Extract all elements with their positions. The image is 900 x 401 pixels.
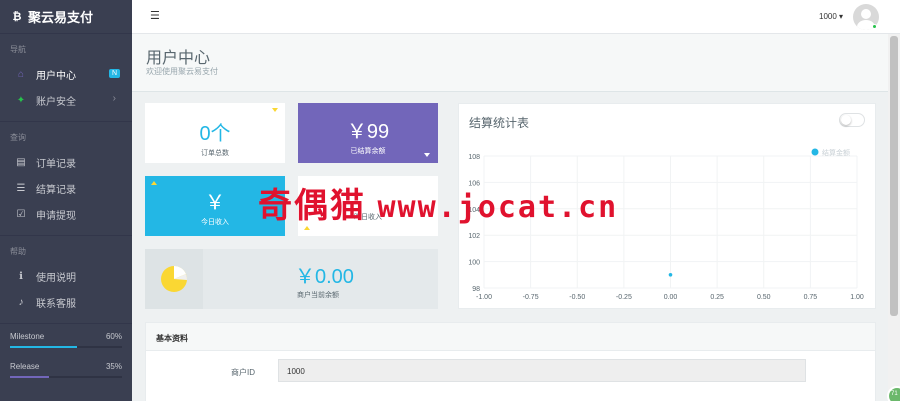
brand[interactable]: ₿ 聚云易支付 [0, 0, 132, 34]
leaf-icon: ✦ [16, 94, 26, 106]
table-icon: ☰ [16, 182, 26, 194]
corner-triangle-icon [272, 108, 278, 112]
y-tick-label: 108 [468, 154, 480, 161]
sidebar-item-withdraw[interactable]: ☑ 申请提现 [0, 201, 132, 227]
watermark: 奇偶猫 www.jocat.cn [258, 178, 618, 227]
merchant-balance-label: 商户当前余额 [297, 292, 339, 299]
corner-triangle-icon [151, 181, 157, 185]
brand-name: 聚云易支付 [28, 10, 94, 25]
page-title: 用户中心 [146, 50, 211, 67]
user-dropdown[interactable]: 1000 ▾ [819, 12, 843, 21]
floating-widget-button[interactable]: 71 [887, 386, 900, 401]
corner-triangle-icon [424, 153, 430, 157]
sidebar-item-settlement-records[interactable]: ☰ 结算记录 [0, 175, 132, 201]
online-status-dot [872, 24, 877, 29]
sidebar-item-label: 订单记录 [36, 158, 76, 170]
bell-icon: ♪ [18, 296, 24, 308]
data-point [668, 273, 673, 277]
progress-label: Milestone [10, 332, 45, 341]
settled-balance-label: 已结算余额 [350, 148, 386, 155]
top-header: ☰ 1000 ▾ [132, 0, 900, 34]
y-tick-label: 100 [468, 260, 480, 267]
page-subtitle: 欢迎使用聚云易支付 [146, 67, 218, 76]
x-tick-label: -0.25 [616, 294, 632, 301]
sidebar-item-label: 使用说明 [36, 272, 76, 284]
check-square-icon: ☑ [16, 208, 26, 220]
sidebar-item-label: 联系客服 [36, 298, 76, 310]
x-tick-label: 1.00 [850, 294, 864, 301]
scrollbar-thumb[interactable] [890, 36, 898, 316]
progress-fill [10, 346, 78, 348]
x-tick-label: -0.75 [523, 294, 539, 301]
legend-marker [811, 148, 819, 156]
sidebar-item-order-records[interactable]: ▤ 订单记录 [0, 149, 132, 175]
menu-toggle-icon[interactable]: ☰ [150, 10, 162, 22]
chevron-right-icon: › [112, 93, 116, 104]
basic-info-panel: 基本资料 商户ID 1000 [145, 322, 876, 401]
order-count-value: 0个 [199, 123, 231, 145]
settled-balance-value: ￥99 [346, 121, 390, 143]
sidebar-item-customer-service[interactable]: ♪ 联系客服 [0, 289, 132, 315]
sidebar-item-label: 结算记录 [36, 184, 76, 196]
nav-section-title: 导航 [10, 45, 26, 54]
progress-milestone: Milestone 60% [0, 332, 132, 348]
sidebar-item-instructions[interactable]: ℹ 使用说明 [0, 263, 132, 289]
info-icon: ℹ [19, 270, 23, 282]
order-count-label: 订单总数 [201, 150, 229, 157]
progress-label: Release [10, 362, 40, 371]
watermark-url: www.jocat.cn [377, 190, 619, 225]
legend-label: 结算金额 [822, 148, 850, 157]
order-count-card: 0个 订单总数 [145, 103, 285, 163]
x-tick-label: 0.25 [710, 294, 724, 301]
x-tick-label: 0.00 [664, 294, 678, 301]
merchant-id-label: 商户ID [231, 368, 255, 377]
sidebar-item-label: 用户中心 [36, 70, 76, 82]
divider [0, 323, 132, 324]
bitcoin-logo-icon: ₿ [12, 10, 22, 23]
x-tick-label: 0.75 [804, 294, 818, 301]
basic-info-title: 基本资料 [146, 323, 875, 351]
sidebar-item-account-security[interactable]: ✦ 账户安全 › [0, 87, 132, 113]
x-tick-label: -1.00 [476, 294, 492, 301]
new-badge: N [108, 69, 120, 78]
sidebar-item-label: 账户安全 [36, 96, 76, 108]
merchant-id-field[interactable]: 1000 [278, 359, 806, 382]
page-scrollbar[interactable] [888, 34, 900, 401]
pie-chart-icon [145, 249, 203, 309]
y-tick-label: 102 [468, 233, 480, 240]
nav-section-title: 帮助 [10, 247, 26, 256]
watermark-cn: 奇偶猫 [258, 187, 366, 225]
y-tick-label: 98 [472, 286, 480, 293]
settled-balance-card: ￥99 已结算余额 [298, 103, 438, 163]
sidebar: ₿ 聚云易支付 导航 ⌂ 用户中心 N ✦ 账户安全 › 查询 ▤ 订单记录 ☰… [0, 0, 132, 401]
merchant-balance-card: ￥0.00 商户当前余额 [145, 249, 438, 309]
progress-value: 35% [105, 362, 122, 371]
home-icon: ⌂ [17, 68, 25, 80]
list-icon: ▤ [16, 156, 26, 168]
nav-section-title: 查询 [10, 133, 26, 142]
progress-value: 60% [105, 332, 122, 341]
x-tick-label: 0.50 [757, 294, 771, 301]
progress-release: Release 35% [0, 362, 132, 378]
sidebar-item-user-center[interactable]: ⌂ 用户中心 N [0, 61, 132, 87]
merchant-balance-value: ￥0.00 [295, 266, 354, 288]
progress-fill [10, 376, 50, 378]
x-tick-label: -0.50 [569, 294, 585, 301]
page-header: 用户中心 欢迎使用聚云易支付 [132, 34, 900, 92]
sidebar-item-label: 申请提现 [36, 210, 76, 222]
